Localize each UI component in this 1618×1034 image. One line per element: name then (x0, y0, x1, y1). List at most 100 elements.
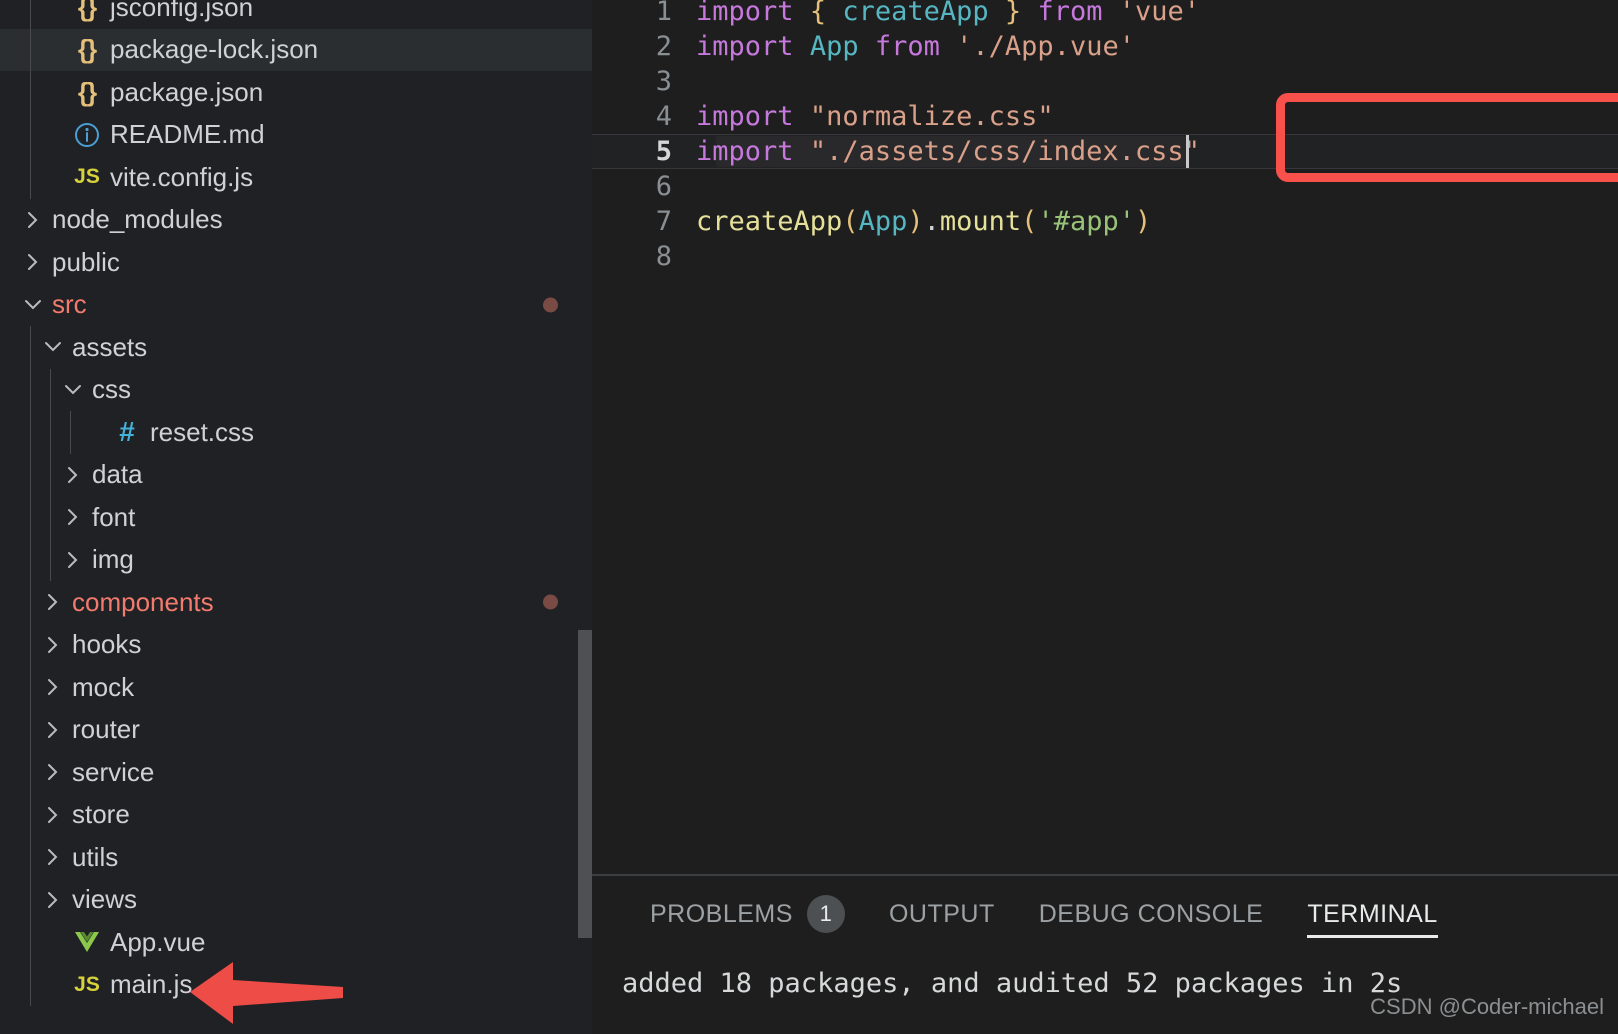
tree-row-font[interactable]: font (0, 496, 592, 539)
token: "./assets/css/index.css" (809, 136, 1200, 167)
panel-tab-terminal[interactable]: TERMINAL (1285, 876, 1459, 952)
tree-row-label: css (92, 374, 131, 405)
chevron-right-icon[interactable] (18, 211, 48, 229)
tree-row-label: main.js (110, 969, 193, 1000)
tree-row-hooks[interactable]: hooks (0, 623, 592, 666)
code-line-8[interactable]: 8 (592, 239, 1618, 274)
tree-row-img[interactable]: img (0, 538, 592, 581)
indent-guide (30, 368, 31, 411)
indent-guide (30, 623, 31, 666)
tree-row-label: vite.config.js (110, 161, 254, 192)
indent-guide (50, 538, 51, 581)
tree-row-package-json[interactable]: {} package.json (0, 71, 592, 114)
indent-guide (30, 963, 31, 1006)
bottom-panel[interactable]: PROBLEMS 1 OUTPUT DEBUG CONSOLE TERMINAL add… (592, 874, 1618, 1034)
tree-row-label: node_modules (52, 204, 223, 235)
chevron-right-icon[interactable] (38, 806, 68, 824)
tree-row-node-modules[interactable]: node_modules (0, 199, 592, 242)
tree-row-src[interactable]: src (0, 284, 592, 327)
tree-row-components[interactable]: components (0, 581, 592, 624)
editor-pane[interactable]: 1 import { createApp } from 'vue' 2 import … (592, 0, 1618, 874)
tree-row-label: data (92, 459, 143, 490)
line-number: 7 (655, 206, 672, 237)
terminal-line: added 18 packages, and audited 52 packag… (622, 968, 1403, 999)
code-line-7[interactable]: 7 createApp(App).mount('#app') (592, 204, 1618, 239)
chevron-down-icon[interactable] (38, 338, 68, 356)
tree-row-label: service (72, 756, 155, 787)
tree-row-data[interactable]: data (0, 453, 592, 496)
json-braces-icon: {} (77, 76, 97, 107)
indent-guide (30, 751, 31, 794)
code-line-6[interactable]: 6 (592, 169, 1618, 204)
chevron-right-icon[interactable] (38, 763, 68, 781)
chevron-right-icon[interactable] (58, 508, 88, 526)
tree-row-public[interactable]: public (0, 241, 592, 284)
panel-tab-debug-console[interactable]: DEBUG CONSOLE (1017, 876, 1286, 952)
chevron-right-icon[interactable] (38, 721, 68, 739)
indent-spacer (0, 921, 38, 964)
tree-row-utils[interactable]: utils (0, 836, 592, 879)
tree-row-css[interactable]: css (0, 368, 592, 411)
chevron-right-icon[interactable] (38, 636, 68, 654)
chevron-right-icon[interactable] (38, 848, 68, 866)
tree-row-jsconfig-json[interactable]: {} jsconfig.json (0, 0, 592, 29)
tree-row-mock[interactable]: mock (0, 666, 592, 709)
indent-guide (30, 496, 31, 539)
panel-tab-bar[interactable]: PROBLEMS 1 OUTPUT DEBUG CONSOLE TERMINAL (592, 876, 1618, 952)
panel-tab-problems[interactable]: PROBLEMS 1 (628, 876, 867, 952)
sidebar-vertical-scrollbar[interactable] (578, 630, 592, 938)
chevron-right-icon[interactable] (38, 678, 68, 696)
code-text: import App from './App.vue' (696, 31, 1135, 62)
line-number: 4 (655, 101, 672, 132)
tree-row-label: font (92, 501, 136, 532)
indent-guide (30, 878, 31, 921)
chevron-right-icon[interactable] (18, 253, 48, 271)
tree-row-assets[interactable]: assets (0, 326, 592, 369)
chevron-right-icon[interactable] (38, 891, 68, 909)
explorer-sidebar[interactable]: {} jsconfig.json {} package-lock.json {} pack… (0, 0, 592, 1034)
tree-row-router[interactable]: router (0, 708, 592, 751)
js-icon: JS (74, 165, 100, 189)
token: 'vue' (1118, 0, 1201, 27)
chevron-right-icon[interactable] (38, 593, 68, 611)
token: import (696, 0, 794, 27)
chevron-right-icon[interactable] (58, 466, 88, 484)
code-line-5[interactable]: 5 import "./assets/css/index.css" (592, 134, 1618, 169)
chevron-down-icon[interactable] (58, 381, 88, 399)
line-number: 5 (655, 136, 672, 167)
chevron-down-icon[interactable] (18, 296, 48, 314)
terminal-output-area[interactable]: added 18 packages, and audited 52 packag… (592, 952, 1618, 1034)
code-line-1[interactable]: 1 import { createApp } from 'vue' (592, 0, 1618, 29)
token: { (809, 0, 827, 27)
tree-row-package-lock-json[interactable]: {} package-lock.json (0, 28, 592, 71)
token: './App.vue' (956, 31, 1135, 62)
tree-row-vite-config-js[interactable]: JS vite.config.js (0, 156, 592, 199)
tree-row-label: assets (72, 331, 148, 362)
tree-row-label: package-lock.json (110, 34, 319, 65)
panel-tab-label: PROBLEMS (650, 899, 793, 928)
tree-row-label: reset.css (150, 416, 255, 447)
chevron-right-icon[interactable] (58, 551, 88, 569)
code-line-3[interactable]: 3 (592, 64, 1618, 99)
modified-indicator-dot (543, 297, 558, 313)
tree-row-store[interactable]: store (0, 793, 592, 836)
indent-spacer (0, 623, 38, 666)
tree-row-reset-css[interactable]: # reset.css (0, 411, 592, 454)
indent-spacer (0, 878, 38, 921)
indent-guide (30, 793, 31, 836)
tree-row-views[interactable]: views (0, 878, 592, 921)
code-line-2[interactable]: 2 import App from './App.vue' (592, 29, 1618, 64)
indent-guide (30, 71, 31, 114)
tree-row-label: hooks (72, 629, 142, 660)
tree-row-service[interactable]: service (0, 751, 592, 794)
indent-guide (30, 156, 31, 199)
panel-tab-output[interactable]: OUTPUT (867, 876, 1017, 952)
tree-row-readme-md[interactable]: README.md (0, 113, 592, 156)
indent-guide (50, 453, 51, 496)
panel-tab-label: TERMINAL (1307, 899, 1438, 928)
token: "normalize.css" (809, 101, 1054, 132)
code-line-4[interactable]: 4 import "normalize.css" (592, 99, 1618, 134)
indent-guide (30, 708, 31, 751)
